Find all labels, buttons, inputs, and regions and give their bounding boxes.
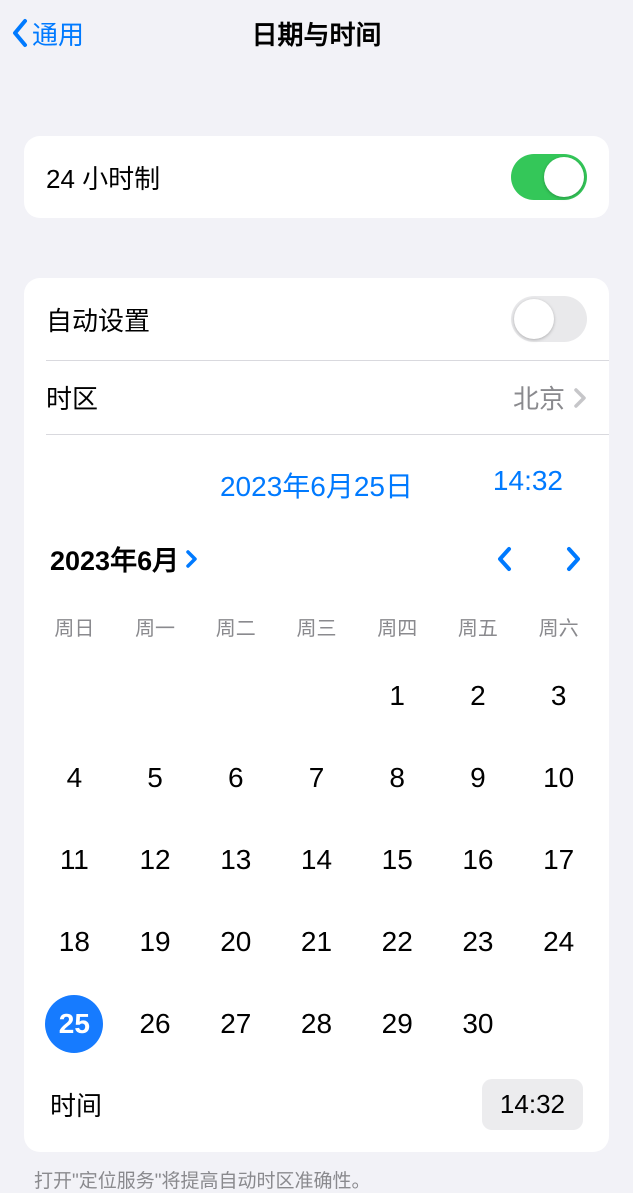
calendar-day[interactable]: 3: [518, 655, 599, 737]
calendar-day[interactable]: 5: [115, 737, 196, 819]
calendar-day[interactable]: 30: [438, 983, 519, 1065]
weekday-label: 周日: [34, 604, 115, 649]
weekday-header: 周日周一周二周三周四周五周六: [24, 588, 609, 655]
calendar-blank: [518, 983, 599, 1065]
calendar-day[interactable]: 24: [518, 901, 599, 983]
weekday-label: 周三: [276, 604, 357, 649]
toggle-auto-set[interactable]: [511, 296, 587, 342]
back-button[interactable]: 通用: [10, 15, 84, 52]
calendar-day[interactable]: 7: [276, 737, 357, 819]
calendar-blank: [34, 655, 115, 737]
month-picker-button[interactable]: 2023年6月: [50, 539, 199, 578]
calendar-day[interactable]: 29: [357, 983, 438, 1065]
calendar-day[interactable]: 22: [357, 901, 438, 983]
time-picker-button[interactable]: 14:32: [482, 1079, 583, 1130]
calendar-grid: 1234567891011121314151617181920212223242…: [24, 655, 609, 1065]
weekday-label: 周一: [115, 604, 196, 649]
calendar-day[interactable]: 20: [195, 901, 276, 983]
row-timezone[interactable]: 时区 北京: [24, 361, 609, 434]
row-auto-set-label: 自动设置: [46, 301, 150, 338]
back-label: 通用: [32, 15, 84, 52]
calendar-day[interactable]: 8: [357, 737, 438, 819]
month-label: 2023年6月: [50, 539, 179, 578]
calendar-day[interactable]: 10: [518, 737, 599, 819]
calendar-day[interactable]: 9: [438, 737, 519, 819]
calendar-day[interactable]: 16: [438, 819, 519, 901]
row-timezone-label: 时区: [46, 379, 98, 416]
calendar-day[interactable]: 2: [438, 655, 519, 737]
date-display[interactable]: 2023年6月25日: [220, 465, 413, 505]
calendar-blank: [115, 655, 196, 737]
calendar-blank: [195, 655, 276, 737]
calendar-day[interactable]: 1: [357, 655, 438, 737]
time-display[interactable]: 14:32: [493, 465, 563, 497]
calendar-day[interactable]: 23: [438, 901, 519, 983]
chevron-right-icon: [573, 387, 587, 409]
calendar-day[interactable]: 13: [195, 819, 276, 901]
calendar-day[interactable]: 6: [195, 737, 276, 819]
next-month-button[interactable]: [563, 544, 583, 574]
weekday-label: 周六: [518, 604, 599, 649]
weekday-label: 周二: [195, 604, 276, 649]
row-auto-set: 自动设置: [24, 278, 609, 360]
calendar-day[interactable]: 18: [34, 901, 115, 983]
calendar-day[interactable]: 19: [115, 901, 196, 983]
calendar-day[interactable]: 17: [518, 819, 599, 901]
calendar-day[interactable]: 27: [195, 983, 276, 1065]
row-24-hour: 24 小时制: [24, 136, 609, 218]
row-24-hour-label: 24 小时制: [46, 159, 160, 196]
weekday-label: 周五: [438, 604, 519, 649]
calendar-day[interactable]: 14: [276, 819, 357, 901]
weekday-label: 周四: [357, 604, 438, 649]
calendar-day[interactable]: 4: [34, 737, 115, 819]
chevron-left-icon: [10, 18, 30, 48]
calendar-day[interactable]: 21: [276, 901, 357, 983]
page-title: 日期与时间: [0, 15, 633, 52]
toggle-24-hour[interactable]: [511, 154, 587, 200]
calendar-blank: [276, 655, 357, 737]
calendar-day[interactable]: 11: [34, 819, 115, 901]
calendar-day[interactable]: 26: [115, 983, 196, 1065]
calendar-day[interactable]: 12: [115, 819, 196, 901]
calendar-day[interactable]: 28: [276, 983, 357, 1065]
footnote: 打开"定位服务"将提高自动时区准确性。: [0, 1152, 633, 1193]
calendar-day[interactable]: 15: [357, 819, 438, 901]
prev-month-button[interactable]: [495, 544, 515, 574]
time-row-label: 时间: [50, 1086, 102, 1123]
chevron-right-icon: [185, 548, 199, 570]
calendar-day[interactable]: 25: [34, 983, 115, 1065]
row-timezone-value: 北京: [513, 379, 565, 416]
